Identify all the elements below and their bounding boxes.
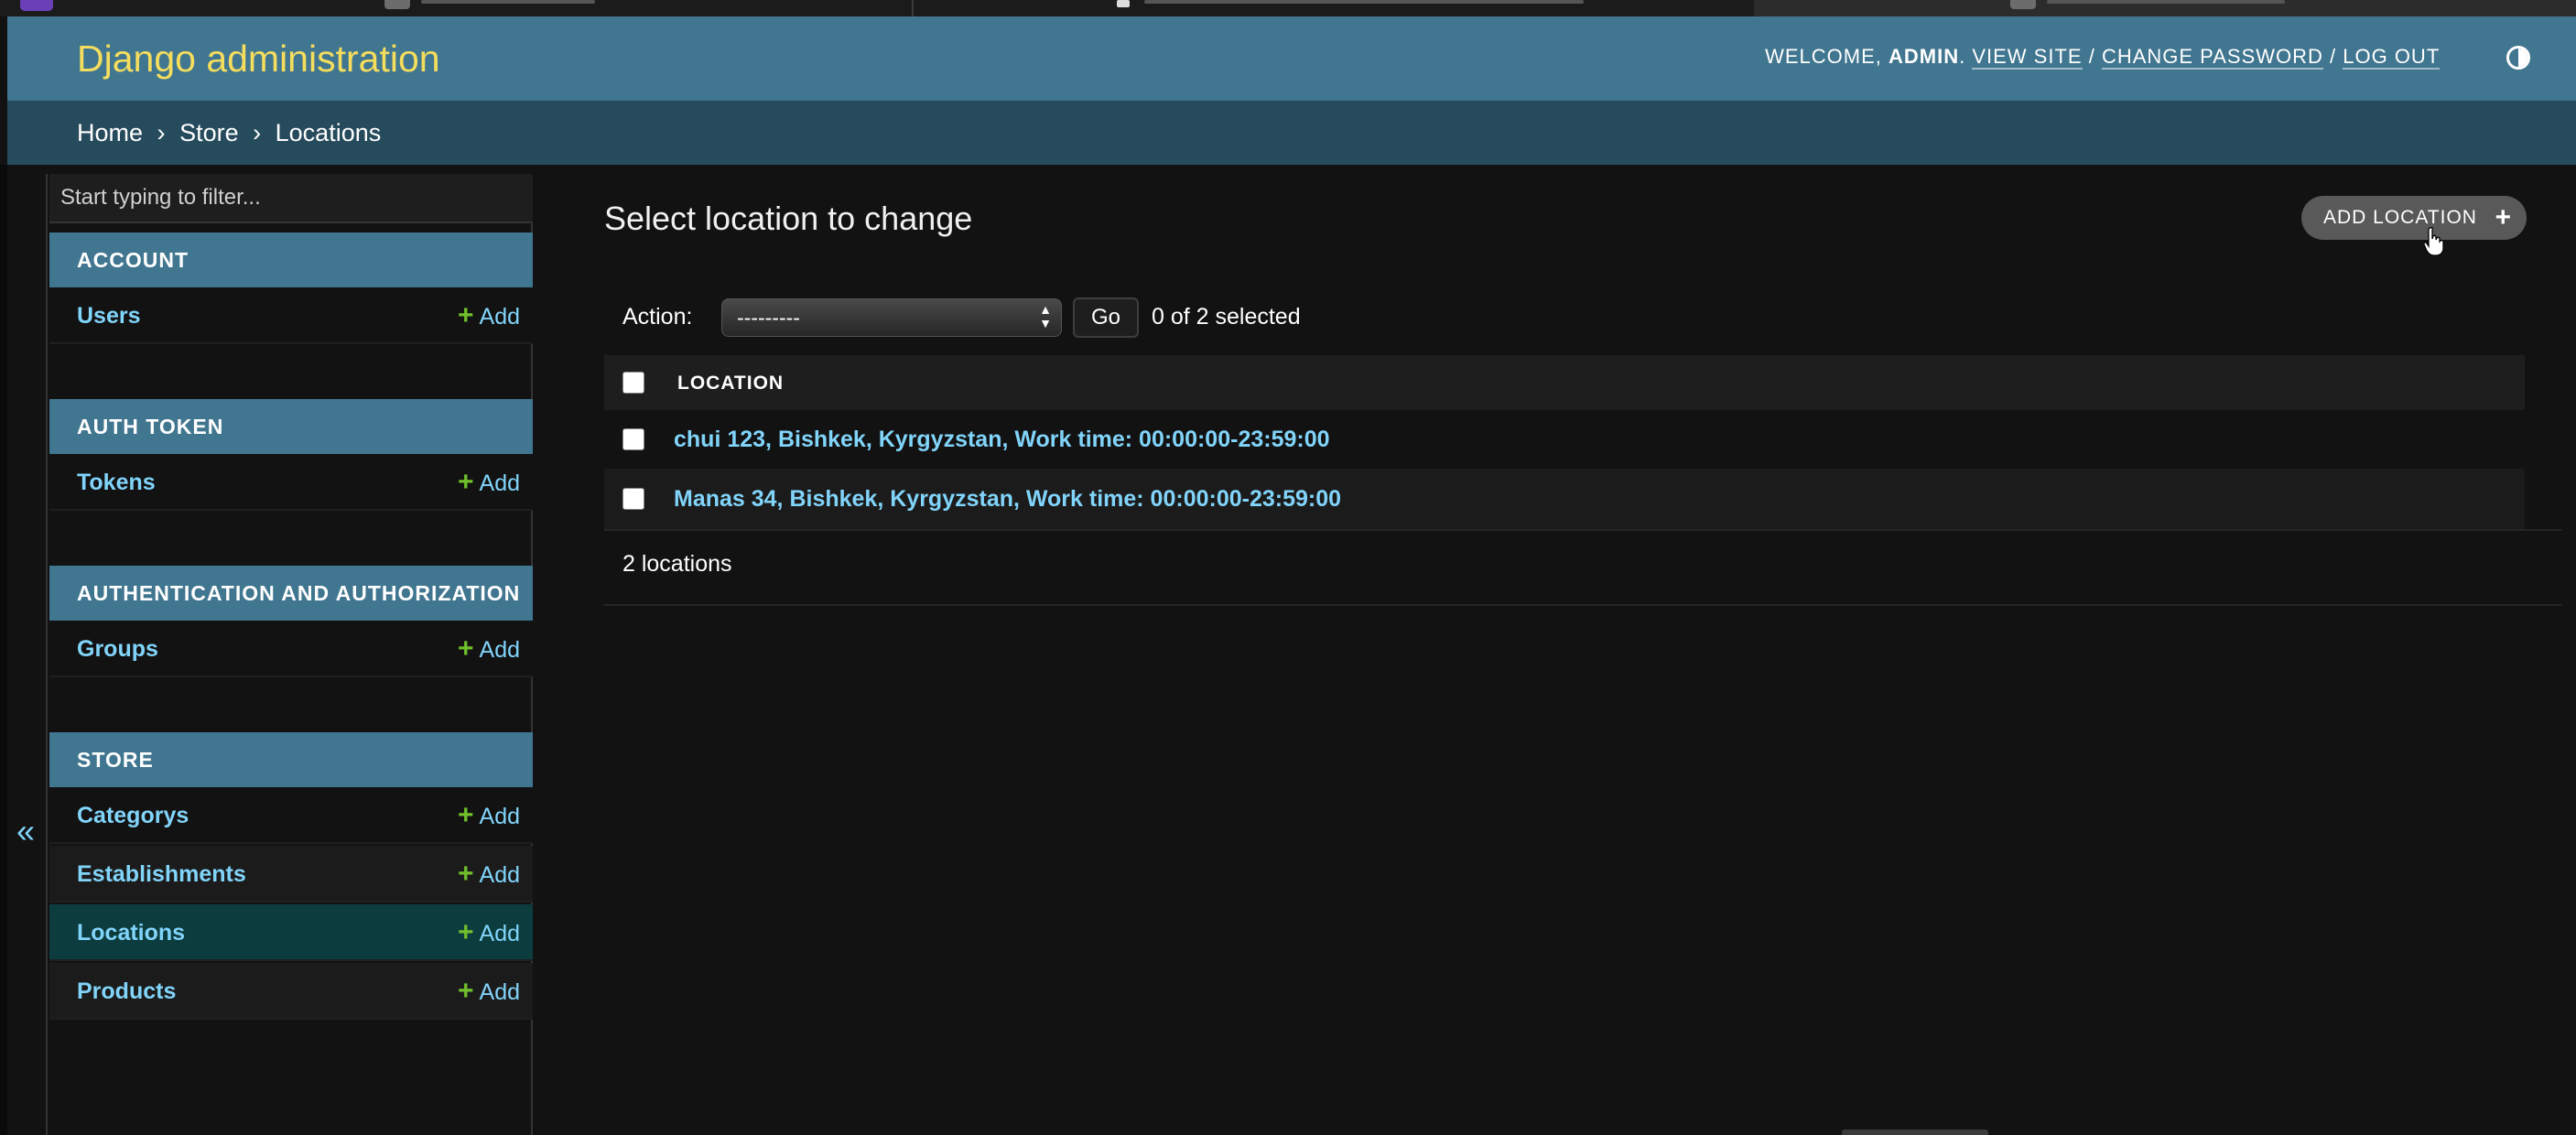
add-groups-link[interactable]: + Add (458, 621, 520, 678)
welcome-text: Welcome, (1765, 45, 1882, 68)
row-checkbox[interactable] (622, 428, 644, 450)
change-password-link[interactable]: Change password (2101, 45, 2323, 70)
divider (604, 604, 2561, 606)
page-title: Select location to change (604, 200, 973, 237)
table-header: Location (604, 355, 2525, 410)
add-products-link[interactable]: + Add (458, 963, 520, 1021)
tab-title-fragment (421, 0, 595, 4)
location-link[interactable]: Manas 34, Bishkek, Kyrgyzstan, Work time… (674, 469, 1341, 529)
sidebar-item-groups[interactable]: Groups + Add (49, 621, 533, 677)
module-caption-auth-token[interactable]: Auth Token (49, 399, 533, 454)
site-brand[interactable]: Django administration (77, 16, 440, 101)
log-out-link[interactable]: Log out (2343, 45, 2440, 70)
bottom-edge-fragment (1842, 1130, 1988, 1135)
add-location-button[interactable]: Add location + (2301, 196, 2527, 240)
column-header-location[interactable]: Location (677, 355, 784, 412)
module-caption-store[interactable]: Store (49, 732, 533, 787)
module-caption-auth[interactable]: Authentication and Authorization (49, 566, 533, 621)
sidebar-item-label[interactable]: Establishments (77, 846, 246, 903)
plus-icon: + (457, 467, 474, 497)
sidebar-item-label[interactable]: Groups (77, 621, 158, 677)
sidebar-item-locations[interactable]: Locations + Add (49, 904, 533, 961)
breadcrumb-separator: › (157, 119, 166, 146)
add-locations-link[interactable]: + Add (458, 904, 520, 962)
breadcrumb: Home › Store › Locations (7, 101, 2576, 165)
selected-count: 0 of 2 selected (1152, 304, 1301, 330)
row-checkbox[interactable] (622, 488, 644, 510)
select-arrows-icon: ▲ ▼ (1039, 302, 1052, 330)
action-select[interactable]: --------- ▲ ▼ (721, 298, 1062, 337)
tab-separator (912, 0, 914, 16)
table-row: chui 123, Bishkek, Kyrgyzstan, Work time… (604, 410, 2525, 469)
action-label: Action: (622, 304, 693, 330)
add-tokens-link[interactable]: + Add (458, 454, 520, 512)
username: admin (1888, 45, 1960, 68)
module-caption-account[interactable]: Account (49, 232, 533, 287)
breadcrumb-separator: › (253, 119, 262, 146)
select-all-checkbox[interactable] (622, 372, 644, 394)
sidebar-item-label[interactable]: Locations (77, 904, 185, 961)
tab-favicon (2010, 0, 2036, 9)
browser-tab-strip (0, 0, 2576, 16)
paginator: 2 locations (622, 551, 732, 577)
sidebar-item-label[interactable]: Users (77, 287, 141, 344)
tab-favicon (384, 0, 410, 9)
sidebar-item-tokens[interactable]: Tokens + Add (49, 454, 533, 511)
add-establishments-link[interactable]: + Add (458, 846, 520, 903)
theme-toggle-icon[interactable] (2506, 46, 2530, 70)
sidebar-item-products[interactable]: Products + Add (49, 963, 533, 1020)
add-categorys-link[interactable]: + Add (458, 787, 520, 845)
plus-icon: + (457, 300, 474, 330)
table-row: Manas 34, Bishkek, Kyrgyzstan, Work time… (604, 469, 2525, 529)
view-site-link[interactable]: View site (1972, 45, 2083, 70)
sidebar-item-label[interactable]: Tokens (77, 454, 156, 511)
sidebar-item-label[interactable]: Categorys (77, 787, 189, 844)
sidebar-item-establishments[interactable]: Establishments + Add (49, 846, 533, 903)
tab-title-fragment (1117, 0, 1130, 7)
tab-title-fragment (1144, 0, 1584, 4)
plus-icon: + (457, 800, 474, 830)
breadcrumb-home[interactable]: Home (77, 119, 143, 146)
breadcrumb-current: Locations (275, 119, 382, 146)
hand-pointer-cursor-icon (2424, 227, 2444, 256)
add-users-link[interactable]: + Add (458, 287, 520, 345)
left-edge (0, 165, 7, 1135)
plus-icon: + (2495, 202, 2512, 232)
nav-sidebar: Start typing to filter... Account Users … (46, 174, 533, 1135)
go-button[interactable]: Go (1073, 297, 1139, 338)
tab-title-fragment (2047, 0, 2285, 4)
nav-filter-input[interactable]: Start typing to filter... (49, 174, 533, 223)
location-link[interactable]: chui 123, Bishkek, Kyrgyzstan, Work time… (674, 410, 1330, 469)
app-favicon (20, 0, 53, 11)
sidebar-collapse-icon[interactable]: « (16, 813, 35, 849)
user-tools: Welcome, admin. View site / Change passw… (1765, 45, 2440, 70)
plus-icon: + (457, 859, 474, 889)
divider (604, 529, 2561, 531)
plus-icon: + (457, 917, 474, 947)
sidebar-item-categorys[interactable]: Categorys + Add (49, 787, 533, 844)
site-header: Django administration Welcome, admin. Vi… (7, 16, 2576, 101)
sidebar-item-label[interactable]: Products (77, 963, 176, 1020)
active-tab[interactable] (1754, 0, 2576, 16)
plus-icon: + (457, 976, 474, 1006)
breadcrumb-store[interactable]: Store (179, 119, 239, 146)
sidebar-item-users[interactable]: Users + Add (49, 287, 533, 344)
plus-icon: + (457, 633, 474, 664)
